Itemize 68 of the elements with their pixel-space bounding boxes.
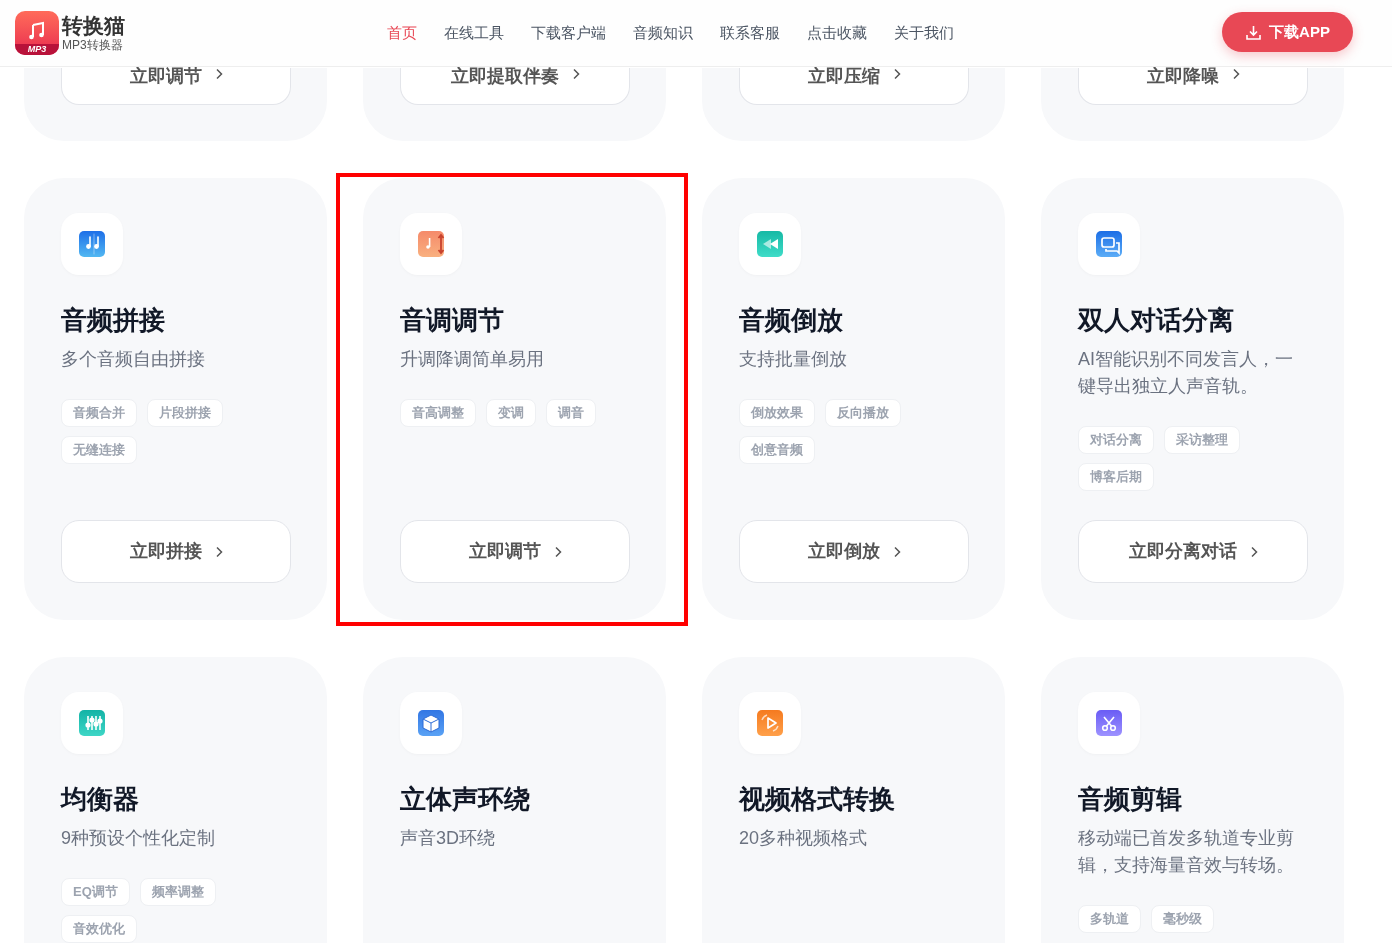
rewind-icon [756, 230, 784, 258]
card-title: 双人对话分离 [1078, 304, 1235, 337]
chevron-right-icon [553, 545, 562, 558]
action-button[interactable]: 立即压缩 [739, 68, 969, 105]
action-button[interactable]: 立即降噪 [1078, 68, 1308, 105]
card-title: 音频拼接 [61, 304, 166, 337]
chevron-right-icon [214, 545, 223, 558]
download-app-button[interactable]: 下载APP [1222, 12, 1353, 52]
scissors-icon [1095, 709, 1123, 737]
nav-link[interactable]: 联系客服 [720, 21, 780, 45]
action-button[interactable]: 立即调节 [61, 68, 291, 105]
tag: 毫秒级 [1151, 905, 1214, 933]
card-description: 支持批量倒放 [739, 348, 848, 371]
nav-link[interactable]: 关于我们 [894, 21, 954, 45]
tag: 音高调整 [400, 399, 476, 427]
action-button[interactable]: 立即提取伴奏 [400, 68, 630, 105]
tag: 无缝连接 [61, 436, 137, 464]
nav-link[interactable]: 在线工具 [444, 21, 504, 45]
tag: 音频合并 [61, 399, 137, 427]
download-icon [1245, 23, 1263, 41]
action-button[interactable]: 立即倒放 [739, 520, 969, 583]
action-button[interactable]: 立即调节 [400, 520, 630, 583]
tag: 对话分离 [1078, 426, 1154, 454]
chevron-right-icon [892, 545, 901, 558]
tag: 采访整理 [1164, 426, 1240, 454]
music-notes-icon [78, 230, 106, 258]
card-description: 20多种视频格式 [739, 827, 869, 850]
card-title: 音频倒放 [739, 304, 844, 337]
tag: EQ调节 [61, 878, 130, 906]
equalizer-icon [78, 709, 106, 737]
tag: 变调 [486, 399, 536, 427]
tag: 调音 [546, 399, 596, 427]
card-description: 多个音频自由拼接 [61, 348, 206, 371]
tag: 片段拼接 [147, 399, 223, 427]
tag: 反向播放 [825, 399, 901, 427]
card-title: 音调调节 [400, 304, 505, 337]
card-title: 均衡器 [61, 783, 140, 816]
chevron-right-icon [892, 68, 901, 80]
tag: 博客后期 [1078, 463, 1154, 491]
brand-name: 转换猫 [62, 14, 125, 38]
tag: 多轨道 [1078, 905, 1141, 933]
action-button[interactable]: 立即拼接 [61, 520, 291, 583]
card-description: 升调降调简单易用 [400, 348, 545, 371]
nav-link[interactable]: 音频知识 [633, 21, 693, 45]
logo-badge: MP3 [15, 44, 59, 55]
nav-link[interactable]: 下载客户端 [531, 21, 606, 45]
action-button[interactable]: 立即分离对话 [1078, 520, 1308, 583]
card-title: 立体声环绕 [400, 783, 531, 816]
play-icon [756, 709, 784, 737]
card-description: AI智能识别不同发言人，一键导出独立人声音轨。 [1078, 348, 1294, 398]
brand-subtitle: MP3转换器 [62, 38, 124, 52]
chevron-right-icon [214, 68, 223, 80]
tag: 创意音频 [739, 436, 815, 464]
nav-link[interactable]: 点击收藏 [807, 21, 867, 45]
card-description: 移动端已首发多轨道专业剪辑，支持海量音效与转场。 [1078, 827, 1295, 877]
chevron-right-icon [1249, 545, 1258, 558]
card-title: 视频格式转换 [739, 783, 896, 816]
nav-link[interactable]: 首页 [387, 21, 417, 45]
card-description: 声音3D环绕 [400, 827, 496, 850]
card-title: 音频剪辑 [1078, 783, 1183, 816]
chevron-right-icon [1231, 68, 1240, 80]
tag: 频率调整 [139, 878, 216, 906]
card-description: 9种预设个性化定制 [61, 827, 216, 850]
tag: 音效优化 [61, 915, 137, 943]
chevron-right-icon [571, 68, 580, 80]
tag: 倒放效果 [739, 399, 815, 427]
chat-bubbles-icon [1095, 230, 1123, 258]
cube-icon [417, 709, 445, 737]
